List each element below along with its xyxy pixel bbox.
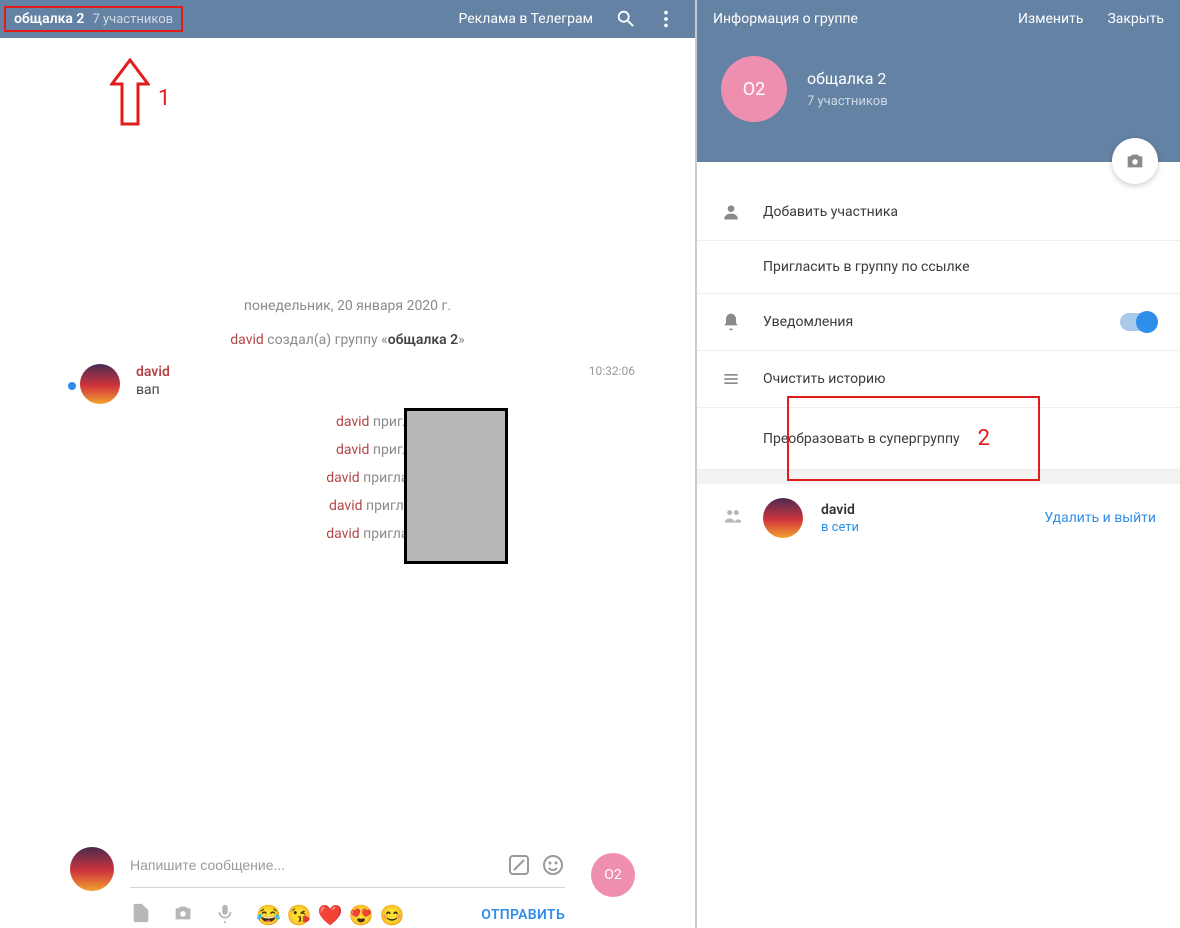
redacted-mask xyxy=(404,408,508,564)
more-icon[interactable] xyxy=(655,8,677,30)
chat-body: понедельник, 20 января 2020 г. david соз… xyxy=(0,38,695,829)
notifications-toggle[interactable] xyxy=(1120,313,1156,331)
emoji-icon[interactable] xyxy=(541,853,565,877)
set-photo-button[interactable] xyxy=(1112,138,1158,184)
chat-title: общалка 2 xyxy=(14,11,84,27)
message-row: david 10:32:06 вап xyxy=(20,360,675,414)
members-icon xyxy=(721,506,745,530)
info-title: Информация о группе xyxy=(713,11,994,27)
member-status: в сети xyxy=(821,520,1026,535)
camera-icon[interactable] xyxy=(172,902,194,928)
mic-icon[interactable] xyxy=(214,902,236,928)
chat-pane: общалка 2 7 участников Реклама в Телегра… xyxy=(0,0,695,928)
group-name: общалка 2 xyxy=(807,69,888,88)
message-input[interactable] xyxy=(130,857,497,873)
destination-badge[interactable]: О2 xyxy=(591,853,635,897)
add-member-item[interactable]: Добавить участника xyxy=(697,184,1180,241)
member-name: david xyxy=(821,502,1026,518)
info-header: Информация о группе Изменить Закрыть xyxy=(697,0,1180,38)
bell-icon xyxy=(721,312,763,332)
convert-supergroup-item[interactable]: Преобразовать в супергруппу 2 xyxy=(697,408,1180,470)
group-members-count: 7 участников xyxy=(807,94,888,109)
annotation-arrow-1 xyxy=(110,58,150,128)
system-invite: david пригласил(а) xyxy=(120,414,675,430)
invite-block: david пригласил(а) david пригласил(а) da… xyxy=(120,414,675,542)
annotation-label-1: 1 xyxy=(158,86,170,111)
format-icon[interactable] xyxy=(507,853,531,877)
chat-subtitle: 7 участников xyxy=(92,12,173,27)
system-created: david создал(а) группу «общалка 2» xyxy=(20,332,675,348)
annotation-label-2: 2 xyxy=(978,426,990,451)
leave-group-button[interactable]: Удалить и выйти xyxy=(1044,510,1156,526)
close-button[interactable]: Закрыть xyxy=(1107,11,1164,27)
ad-link[interactable]: Реклама в Телеграм xyxy=(459,11,593,27)
section-divider xyxy=(697,470,1180,484)
system-invite: david пригласил(а) xyxy=(120,442,675,458)
search-icon[interactable] xyxy=(615,8,637,30)
group-actions: Добавить участника Пригласить в группу п… xyxy=(697,184,1180,470)
camera-icon xyxy=(1124,150,1146,172)
invite-link-item[interactable]: Пригласить в группу по ссылке xyxy=(697,241,1180,294)
member-row[interactable]: david в сети Удалить и выйти xyxy=(697,484,1180,552)
emoji-quickbar[interactable]: 😂😘❤️😍😊 xyxy=(256,903,405,927)
attach-file-icon[interactable] xyxy=(130,902,152,928)
avatar[interactable] xyxy=(80,364,120,404)
member-avatar[interactable] xyxy=(763,498,803,538)
send-button[interactable]: ОТПРАВИТЬ xyxy=(481,907,565,923)
chat-title-block[interactable]: общалка 2 7 участников xyxy=(4,6,183,32)
system-invite: david пригласил(а) Vk xyxy=(120,526,675,542)
message-time: 10:32:06 xyxy=(589,364,635,380)
self-avatar[interactable] xyxy=(70,847,114,891)
composer: 😂😘❤️😍😊 ОТПРАВИТЬ О2 xyxy=(0,829,695,928)
date-separator: понедельник, 20 января 2020 г. xyxy=(20,298,675,314)
list-icon xyxy=(721,369,763,389)
unread-dot-icon xyxy=(68,382,76,390)
group-avatar[interactable]: О2 xyxy=(721,56,787,122)
system-invite: david пригласил(а) м xyxy=(120,498,675,514)
edit-button[interactable]: Изменить xyxy=(1018,11,1083,27)
clear-history-item[interactable]: Очистить историю xyxy=(697,351,1180,408)
message-text: вап xyxy=(136,382,635,398)
chat-header: общалка 2 7 участников Реклама в Телегра… xyxy=(0,0,695,38)
info-pane: Информация о группе Изменить Закрыть О2 … xyxy=(695,0,1180,928)
person-icon xyxy=(721,202,763,222)
sender-name: david xyxy=(136,364,170,380)
notifications-item[interactable]: Уведомления xyxy=(697,294,1180,351)
system-invite: david пригласил(а) Vk xyxy=(120,470,675,486)
group-summary: О2 общалка 2 7 участников xyxy=(697,38,1180,162)
